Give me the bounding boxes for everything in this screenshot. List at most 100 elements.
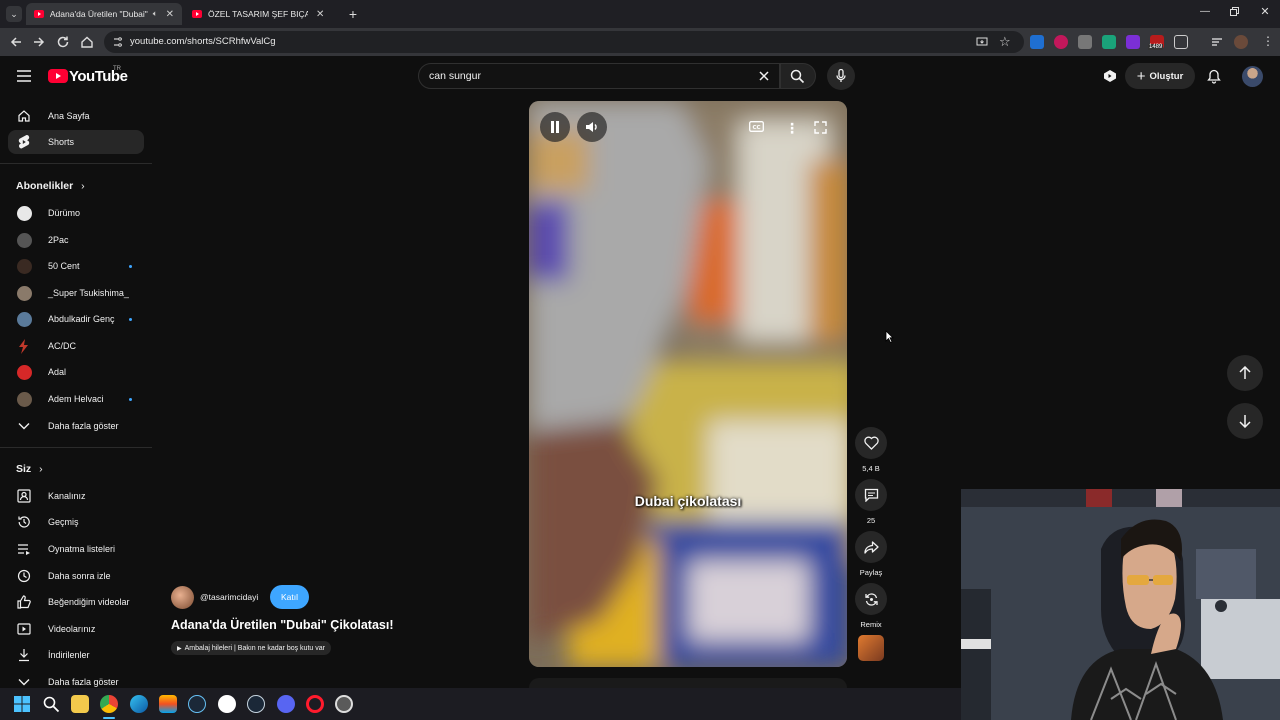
site-info-icon[interactable] [112,36,124,48]
show-more-subscriptions[interactable]: Daha fazla göster [8,414,144,438]
sidebar-item-subscription[interactable]: AC/DC [8,334,144,358]
steam-icon[interactable] [188,695,206,713]
shorts-video-player[interactable]: CC ⋮ Dubai çikolatası [529,101,847,667]
home-icon[interactable] [79,34,95,50]
like-icon [17,595,31,609]
close-tab-icon[interactable]: ✕ [316,9,324,20]
more-options-icon[interactable]: ⋮ [785,120,799,137]
discord-icon[interactable] [277,695,295,713]
subscriptions-heading[interactable]: Abonelikler › [16,180,85,192]
new-tab-button[interactable]: + [346,5,360,23]
sound-thumbnail[interactable] [858,635,884,661]
sidebar-item-watch-later[interactable]: Daha sonra izle [8,564,144,588]
sidebar-item-your-videos[interactable]: Videolarınız [8,617,144,641]
file-explorer-icon[interactable] [71,695,89,713]
steam-2-icon[interactable] [247,695,265,713]
acdc-bolt-icon [19,338,28,354]
channel-avatar[interactable] [171,586,194,609]
shorts-remix-icon[interactable] [1103,69,1117,83]
account-avatar[interactable] [1242,66,1263,87]
browser-menu-icon[interactable]: ⋮ [1262,34,1274,48]
forward-icon[interactable] [31,34,47,50]
close-tab-icon[interactable]: ✕ [166,9,174,20]
previous-short-button[interactable] [1227,355,1263,391]
taskbar-search-icon[interactable] [42,695,60,713]
sidebar-item-label: Kanalınız [48,491,86,501]
extensions-puzzle-icon[interactable] [1174,35,1188,49]
extension-5-icon[interactable] [1126,35,1140,49]
create-button[interactable]: + Oluştur [1125,63,1195,89]
close-window-button[interactable]: ✕ [1258,5,1272,19]
windows-start-icon[interactable] [13,695,31,713]
share-button[interactable] [855,531,887,563]
extension-4-icon[interactable] [1102,35,1116,49]
reload-icon[interactable] [55,34,71,50]
youtube-logo-icon[interactable] [48,69,68,83]
fullscreen-icon[interactable] [814,121,827,134]
comments-button[interactable] [855,479,887,511]
tab-list-button[interactable]: ⌄ [6,6,22,22]
subscription-name: 2Pac [48,235,69,245]
opera-icon[interactable] [306,695,324,713]
sidebar-item-subscription[interactable]: 2Pac [8,228,144,252]
voice-search-button[interactable] [827,62,855,90]
sidebar-item-label: İndirilenler [48,650,90,660]
active-app-indicator [103,717,115,719]
like-button[interactable] [855,427,887,459]
channel-icon [17,489,31,503]
extension-1-icon[interactable] [1030,35,1044,49]
sidebar-item-subscription[interactable]: Dürümo [8,201,144,225]
profile-avatar-icon[interactable] [1234,35,1248,49]
sidebar-item-playlists[interactable]: Oynatma listeleri [8,537,144,561]
you-heading[interactable]: Siz › [16,463,43,475]
playlist-chip[interactable]: ▶ Ambalaj hileleri | Bakın ne kadar boş … [171,641,331,655]
sidebar-item-history[interactable]: Geçmiş [8,510,144,534]
search-button[interactable] [780,63,816,89]
sidebar-item-downloads[interactable]: İndirilenler [8,643,144,667]
sidebar-item-subscription[interactable]: Abdulkadir Genç [8,307,144,331]
extension-2-icon[interactable] [1054,35,1068,49]
reading-list-icon[interactable] [1210,35,1224,49]
captions-icon[interactable]: CC [749,121,764,132]
sidebar-item-liked-videos[interactable]: Beğendiğim videolar [8,590,144,614]
minimize-button[interactable]: — [1198,6,1212,20]
install-app-icon[interactable] [976,36,988,48]
next-short-button[interactable] [1227,403,1263,439]
sidebar-item-subscription[interactable]: Adem Helvaci [8,387,144,411]
bookmark-star-icon[interactable]: ☆ [999,34,1011,50]
clear-search-icon[interactable] [757,69,771,83]
tab-youtube-dubai[interactable]: Adana'da Üretilen "Dubai" Ç 🔈︎ ✕ [26,3,182,25]
microsoft-store-icon[interactable] [159,695,177,713]
sidebar-item-subscription[interactable]: Adal [8,360,144,384]
playlist-title: Ambalaj hileleri | Bakın ne kadar boş ku… [184,644,325,652]
tab-youtube-chef-knife[interactable]: ÖZEL TASARIM ŞEF BIÇAĞINI İ ✕ [184,3,342,25]
restore-button[interactable] [1228,6,1240,18]
channel-name[interactable]: @tasarimcidayi [200,592,258,602]
sidebar-divider [0,163,152,164]
search-input[interactable] [429,70,729,82]
sidebar-item-shorts[interactable]: Shorts [8,130,144,154]
pause-button[interactable] [540,112,570,142]
hamburger-menu-icon[interactable] [17,70,31,82]
chrome-icon[interactable] [100,695,118,713]
like-action: 5,4 B [855,427,887,473]
sidebar-item-label: Shorts [48,137,75,147]
yandex-browser-icon[interactable] [218,695,236,713]
streamer-webcam-image [961,489,1280,720]
sidebar-item-subscription[interactable]: 50 Cent [8,254,144,278]
extension-3-icon[interactable] [1078,35,1092,49]
sidebar-item-subscription[interactable]: _Super Tsukishima_ [8,281,144,305]
remix-button[interactable] [855,583,887,615]
join-button[interactable]: Katıl [270,585,309,609]
notifications-bell-icon[interactable] [1207,69,1221,84]
address-bar[interactable]: youtube.com/shorts/SCRhfwValCg ☆ [104,31,1024,53]
back-icon[interactable] [8,34,24,50]
app-icon[interactable] [335,695,353,713]
sidebar-item-your-channel[interactable]: Kanalınız [8,484,144,508]
extension-badge: 1489 [1148,44,1164,50]
search-box[interactable] [418,63,780,89]
edge-icon[interactable] [130,695,148,713]
plus-icon: + [1136,67,1146,85]
sidebar-item-home[interactable]: Ana Sayfa [8,104,144,128]
mute-button[interactable] [577,112,607,142]
